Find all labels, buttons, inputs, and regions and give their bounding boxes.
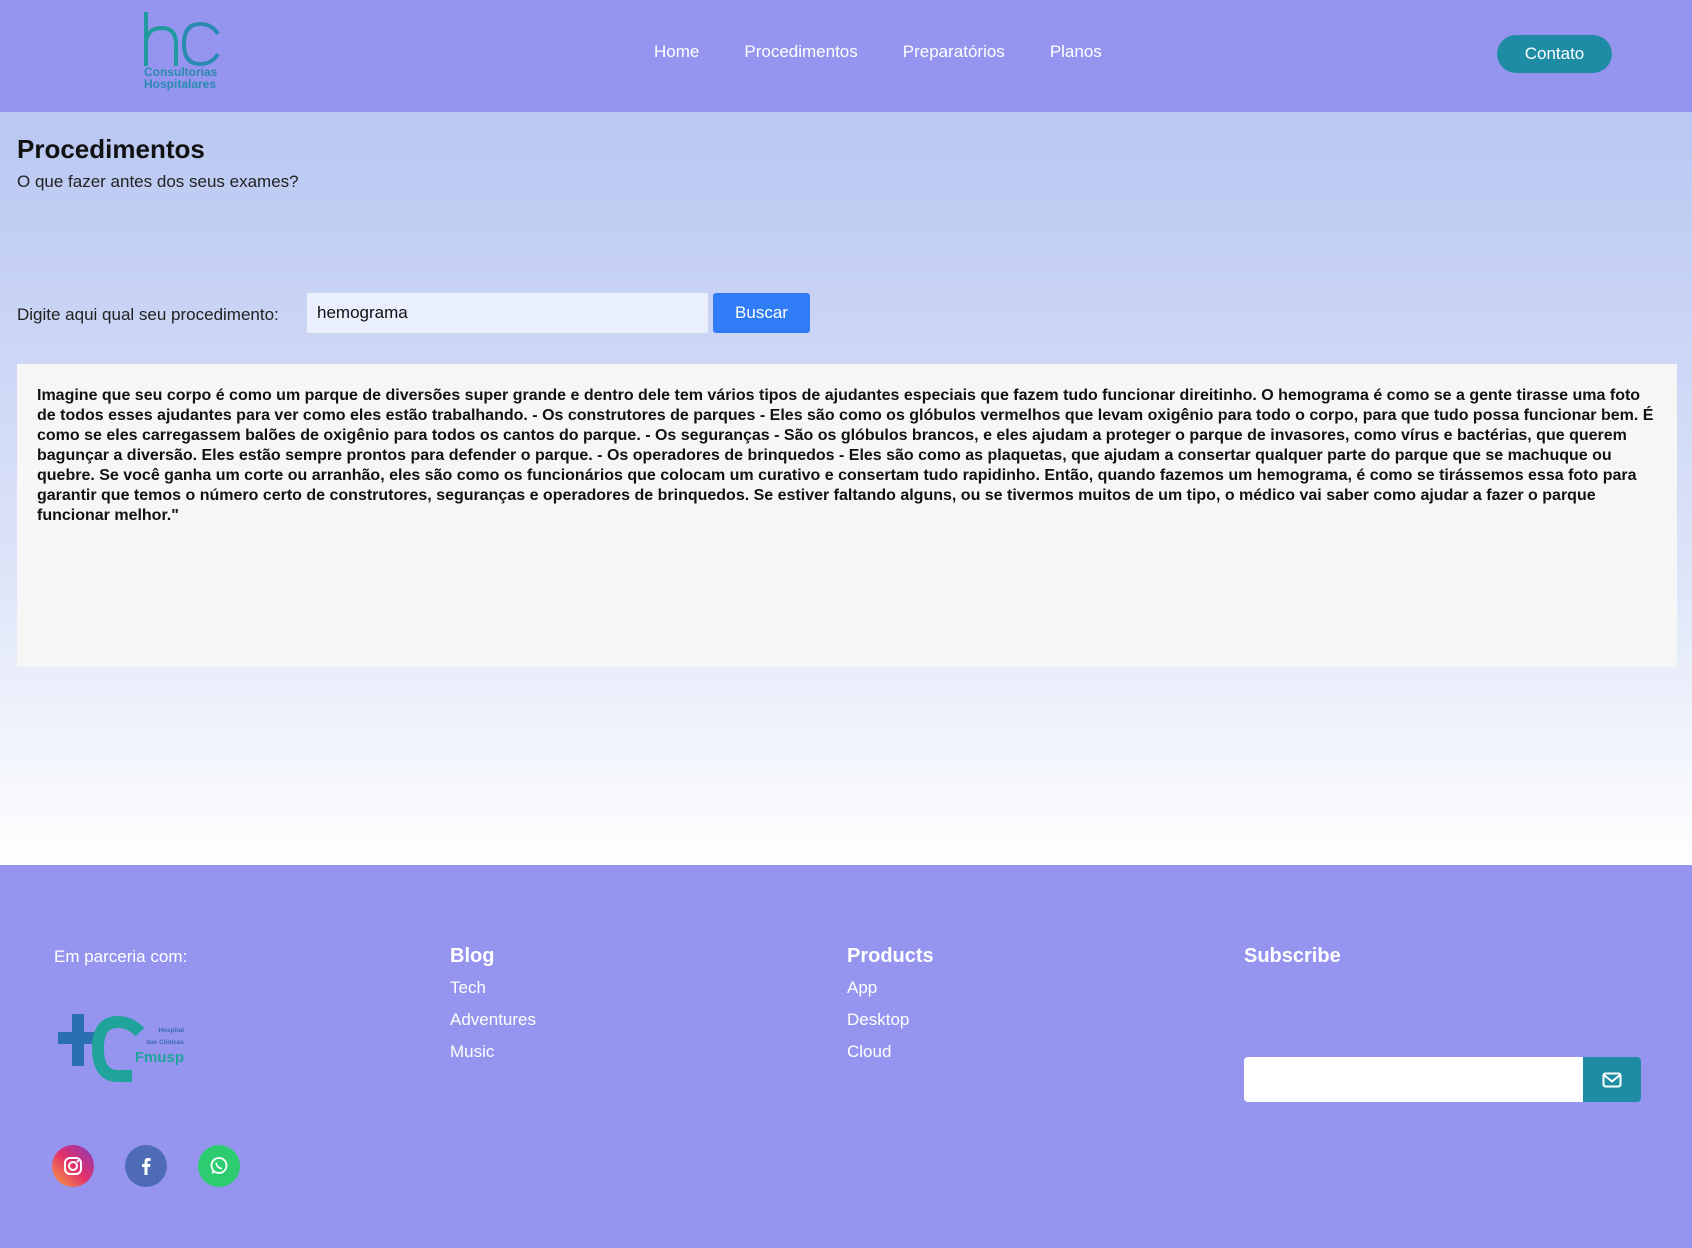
main-content: Procedimentos O que fazer antes dos seus… <box>0 112 1692 865</box>
site-footer: Em parceria com: Hospital das Clínicas F… <box>0 865 1692 1248</box>
footer-products-column: Products App Desktop Cloud <box>847 945 934 1074</box>
products-link-cloud[interactable]: Cloud <box>847 1042 934 1062</box>
whatsapp-icon[interactable] <box>198 1145 240 1187</box>
svg-text:Fmusp: Fmusp <box>135 1049 184 1066</box>
blog-link-adventures[interactable]: Adventures <box>450 1010 536 1030</box>
buscar-button[interactable]: Buscar <box>713 293 810 333</box>
site-logo[interactable]: Consultorias Hospitalares <box>142 10 232 94</box>
result-text: Imagine que seu corpo é como um parque d… <box>37 387 1654 524</box>
footer-blog-column: Blog Tech Adventures Music <box>450 945 536 1074</box>
subscribe-email-input[interactable] <box>1244 1057 1584 1102</box>
main-nav: Home Procedimentos Preparatórios Planos <box>654 42 1147 62</box>
page-title: Procedimentos <box>17 134 205 164</box>
search-label: Digite aqui qual seu procedimento: <box>17 305 279 324</box>
result-panel: Imagine que seu corpo é como um parque d… <box>17 364 1677 667</box>
blog-heading: Blog <box>450 945 495 967</box>
partner-label: Em parceria com: <box>54 947 188 966</box>
products-link-desktop[interactable]: Desktop <box>847 1010 934 1030</box>
products-heading: Products <box>847 945 934 967</box>
procedure-search-input[interactable] <box>306 292 709 334</box>
nav-procedimentos[interactable]: Procedimentos <box>744 42 857 62</box>
envelope-icon <box>1602 1072 1622 1087</box>
nav-preparatorios[interactable]: Preparatórios <box>903 42 1005 62</box>
nav-planos[interactable]: Planos <box>1050 42 1102 62</box>
hc-logo-icon <box>144 12 220 67</box>
subscribe-button[interactable] <box>1583 1057 1641 1102</box>
svg-text:Hospital: Hospital <box>158 1027 184 1034</box>
subscribe-heading: Subscribe <box>1244 945 1341 967</box>
products-link-app[interactable]: App <box>847 978 934 998</box>
nav-home[interactable]: Home <box>654 42 699 62</box>
facebook-icon[interactable] <box>125 1145 167 1187</box>
page-subtitle: O que fazer antes dos seus exames? <box>17 172 299 191</box>
blog-link-music[interactable]: Music <box>450 1042 536 1062</box>
footer-subscribe-column: Subscribe <box>1244 945 1341 978</box>
site-header: Consultorias Hospitalares Home Procedime… <box>0 0 1692 112</box>
instagram-icon[interactable] <box>52 1145 94 1187</box>
contato-button[interactable]: Contato <box>1497 35 1612 73</box>
blog-link-tech[interactable]: Tech <box>450 978 536 998</box>
hc-fmusp-logo: Hospital das Clínicas Fmusp <box>58 1014 184 1082</box>
logo-text: Consultorias Hospitalares <box>144 65 218 91</box>
svg-text:das Clínicas: das Clínicas <box>146 1039 184 1046</box>
